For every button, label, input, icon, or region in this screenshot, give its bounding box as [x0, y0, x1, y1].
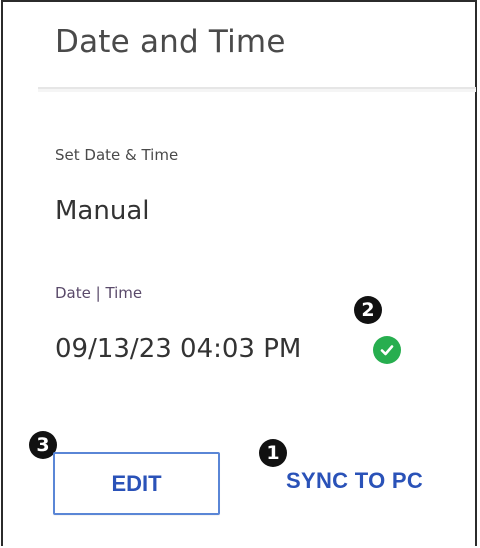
date-time-label: Date | Time: [55, 284, 143, 302]
sync-to-pc-button[interactable]: SYNC TO PC: [286, 468, 423, 494]
panel-title: Date and Time: [55, 24, 286, 60]
callout-2: 2: [354, 296, 382, 324]
check-circle-icon: [373, 336, 401, 364]
title-divider-shadow: [38, 89, 476, 92]
set-date-time-value: Manual: [55, 196, 150, 226]
callout-1: 1: [259, 439, 287, 467]
set-date-time-label: Set Date & Time: [55, 146, 179, 164]
date-time-value: 09/13/23 04:03 PM: [55, 334, 302, 364]
edit-button[interactable]: EDIT: [53, 452, 220, 515]
